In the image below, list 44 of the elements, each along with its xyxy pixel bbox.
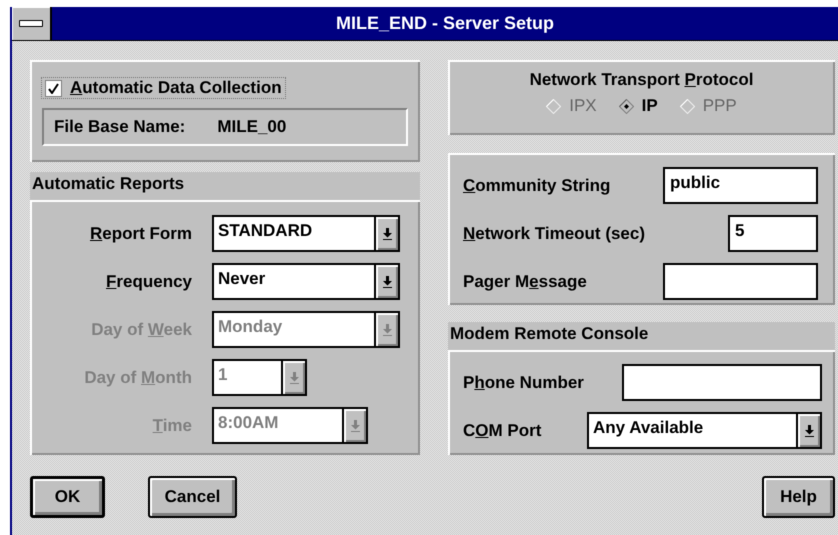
dialog-button[interactable]: Help [762, 476, 835, 518]
dropdown-button[interactable] [374, 217, 398, 250]
arrow-down-icon [382, 276, 392, 288]
field-label: COM Port [463, 420, 542, 440]
dropdown[interactable]: Never [212, 263, 400, 300]
checkbox-label[interactable]: Automatic Data Collection [70, 78, 282, 98]
arrow-down-icon [804, 424, 814, 436]
input-field[interactable]: public [663, 167, 818, 204]
radio-icon [680, 98, 695, 114]
checkmark-icon [48, 82, 59, 94]
system-menu-button[interactable] [12, 7, 52, 40]
arrow-down-icon [350, 420, 360, 432]
dropdown[interactable]: Any Available [587, 412, 822, 449]
dropdown-button[interactable] [796, 414, 820, 447]
arrow-down-icon [290, 372, 298, 384]
field-label: Day of Month [83, 368, 192, 388]
field-label: Community String [463, 176, 612, 196]
radio-icon [546, 98, 562, 114]
checkbox[interactable] [45, 80, 62, 96]
dropdown[interactable]: STANDARD [212, 215, 400, 252]
radio-option[interactable]: IP [618, 96, 658, 116]
field-value: MILE_00 [217, 117, 286, 137]
field-label: Frequency [105, 272, 192, 292]
field-label: Pager Message [463, 272, 588, 292]
field-label: Day of Week [90, 320, 192, 340]
window-title: MILE_END - Server Setup [334, 13, 556, 34]
field-label: Network Timeout (sec) [463, 224, 646, 244]
input-field[interactable] [622, 364, 822, 401]
radio-icon [618, 98, 634, 114]
dialog-button[interactable]: OK [30, 476, 105, 518]
arrow-down-icon [382, 228, 392, 240]
dropdown-button[interactable] [374, 265, 398, 298]
field-label: Phone Number [463, 372, 585, 392]
group-title: Network Transport Protocol [530, 70, 754, 90]
field-label: File Base Name: [54, 117, 186, 137]
arrow-down-icon [382, 324, 392, 336]
section-title: Automatic Reports [31, 173, 186, 195]
dialog-button[interactable]: Cancel [148, 476, 237, 518]
input-field[interactable]: 5 [728, 215, 818, 252]
input-field[interactable] [663, 263, 818, 300]
field-label: Report Form [88, 224, 192, 244]
section-title: Modem Remote Console [449, 323, 650, 345]
minus-icon [19, 20, 43, 27]
field-label: Time [152, 416, 192, 436]
